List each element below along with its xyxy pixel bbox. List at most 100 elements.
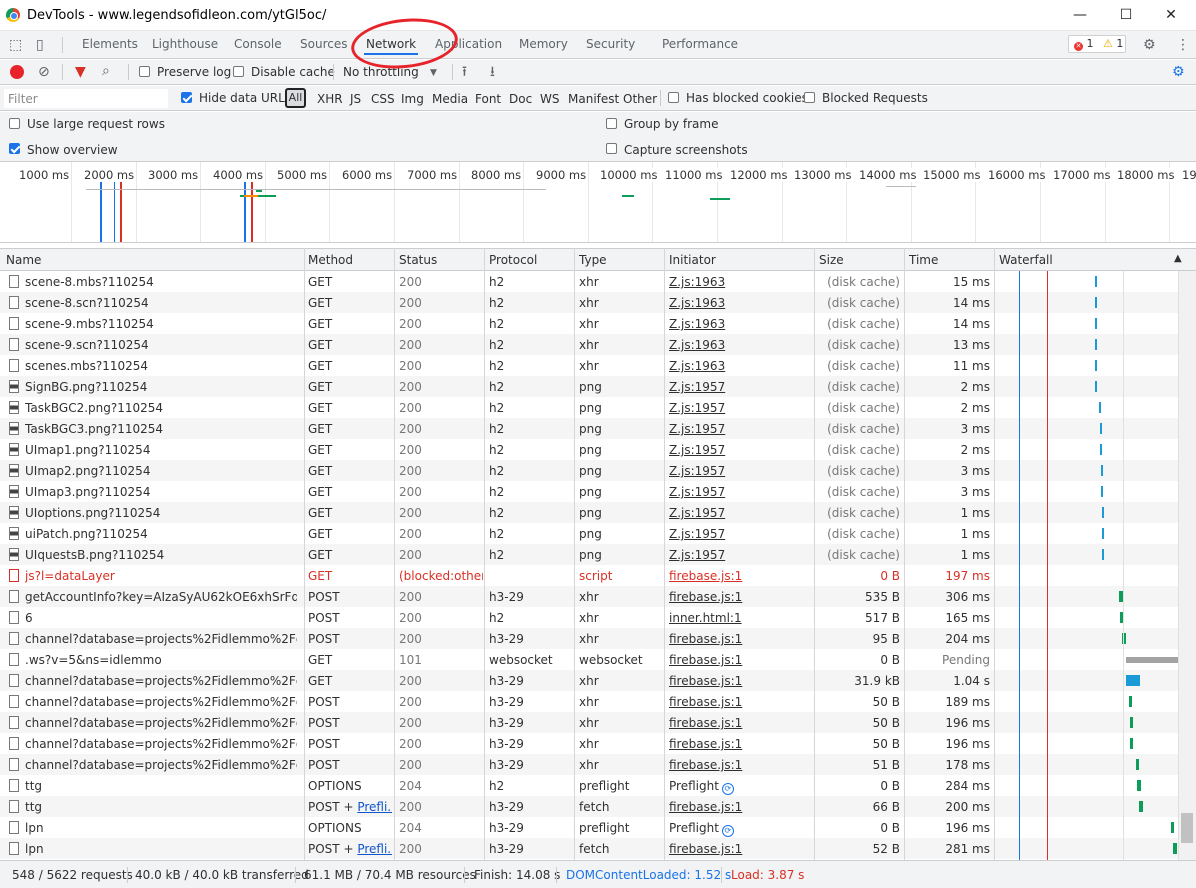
settings-gear-icon[interactable]: ⚙ — [1143, 37, 1156, 53]
filter-type-css[interactable]: CSS — [371, 92, 395, 106]
waterfall-bar[interactable] — [1102, 507, 1104, 518]
waterfall-bar[interactable] — [1095, 360, 1097, 371]
filter-type-media[interactable]: Media — [432, 92, 468, 106]
sort-ascending-icon[interactable]: ▲ — [1174, 253, 1182, 264]
clear-icon[interactable]: ⊘ — [38, 64, 50, 80]
tab-sources[interactable]: Sources — [300, 37, 347, 51]
waterfall-bar[interactable] — [1099, 402, 1101, 413]
table-row[interactable]: scene-9.mbs?110254 GET 200 h2 xhr Z.js:1963 (d… — [0, 313, 1178, 334]
search-icon[interactable]: ⌕ — [102, 63, 110, 79]
preflight-link[interactable]: Prefli... — [357, 842, 392, 856]
waterfall-bar[interactable] — [1095, 381, 1097, 392]
table-row[interactable]: scene-9.scn?110254 GET 200 h2 xhr Z.js:1963 (d… — [0, 334, 1178, 355]
table-row[interactable]: UIoptions.png?110254 GET 200 h2 png Z.js:1957… — [0, 502, 1178, 523]
disable-cache-checkbox[interactable] — [233, 66, 244, 77]
table-row[interactable]: channel?database=projects%2Fidlemmo%2Fda… — [0, 628, 1178, 649]
filter-type-font[interactable]: Font — [475, 92, 501, 106]
issues-badge[interactable]: ✕ 1 ⚠ 1 — [1068, 35, 1126, 53]
filter-type-other[interactable]: Other — [623, 92, 657, 106]
waterfall-bar[interactable] — [1130, 738, 1133, 749]
preflight-icon[interactable]: ⟳ — [721, 783, 734, 795]
preserve-log-checkbox[interactable] — [139, 66, 150, 77]
table-row[interactable]: ttg OPTIONS 204 h2 preflight Preflight ⟳ 0 B 284… — [0, 775, 1178, 796]
device-toolbar-icon[interactable]: ▯ — [36, 37, 44, 53]
table-row[interactable]: js?l=dataLayer GET (blocked:other) script fi… — [0, 565, 1178, 586]
waterfall-bar[interactable] — [1100, 423, 1102, 434]
waterfall-bar[interactable] — [1171, 822, 1174, 833]
table-row[interactable]: UImap3.png?110254 GET 200 h2 png Z.js:1957 (di… — [0, 481, 1178, 502]
group-by-frame-checkbox[interactable] — [606, 118, 617, 129]
waterfall-bar[interactable] — [1126, 675, 1140, 686]
filter-type-ws[interactable]: WS — [540, 92, 559, 106]
table-row[interactable]: TaskBGC2.png?110254 GET 200 h2 png Z.js:1957 (… — [0, 397, 1178, 418]
filter-type-manifest[interactable]: Manifest — [568, 92, 619, 106]
import-har-icon[interactable]: ⭱ — [462, 64, 467, 80]
waterfall-bar[interactable] — [1136, 759, 1139, 770]
waterfall-bar[interactable] — [1102, 549, 1104, 560]
filter-type-js[interactable]: JS — [350, 92, 361, 106]
waterfall-bar[interactable] — [1095, 318, 1097, 329]
maximize-icon[interactable]: ☐ — [1113, 4, 1139, 26]
filter-icon[interactable]: ▼ — [75, 64, 86, 80]
record-button[interactable] — [10, 65, 24, 79]
col-status[interactable]: Status — [399, 253, 437, 267]
table-row[interactable]: UIquestsB.png?110254 GET 200 h2 png Z.js:1957… — [0, 544, 1178, 565]
waterfall-bar[interactable] — [1100, 444, 1102, 455]
col-size[interactable]: Size — [819, 253, 844, 267]
preflight-icon[interactable]: ⟳ — [721, 825, 734, 837]
table-row[interactable]: UImap1.png?110254 GET 200 h2 png Z.js:1957 (di… — [0, 439, 1178, 460]
filter-type-xhr[interactable]: XHR — [317, 92, 343, 106]
waterfall-bar[interactable] — [1101, 486, 1103, 497]
table-row[interactable]: getAccountInfo?key=AIzaSyAU62kOE6xhSrFqo… — [0, 586, 1178, 607]
table-row[interactable]: channel?database=projects%2Fidlemmo%2Fda… — [0, 691, 1178, 712]
table-row[interactable]: channel?database=projects%2Fidlemmo%2Fda… — [0, 670, 1178, 691]
col-method[interactable]: Method — [308, 253, 353, 267]
filter-type-all[interactable]: All — [285, 88, 306, 108]
show-overview-checkbox[interactable] — [9, 143, 20, 154]
col-waterfall[interactable]: Waterfall — [999, 253, 1053, 267]
table-row[interactable]: lpn OPTIONS 204 h3-29 preflight Preflight ⟳ 0 B… — [0, 817, 1178, 838]
table-row[interactable]: scene-8.mbs?110254 GET 200 h2 xhr Z.js:1963 (d… — [0, 271, 1178, 292]
tab-elements[interactable]: Elements — [82, 37, 138, 51]
capture-screenshots-checkbox[interactable] — [606, 143, 617, 154]
col-time[interactable]: Time — [909, 253, 938, 267]
chevron-down-icon[interactable]: ▼ — [430, 65, 437, 81]
waterfall-bar[interactable] — [1130, 717, 1133, 728]
close-icon[interactable]: ✕ — [1158, 4, 1184, 26]
col-name[interactable]: Name — [6, 253, 41, 267]
table-row[interactable]: channel?database=projects%2Fidlemmo%2Fda… — [0, 712, 1178, 733]
tab-performance[interactable]: Performance — [662, 37, 738, 51]
vertical-scrollbar[interactable] — [1178, 271, 1196, 860]
col-protocol[interactable]: Protocol — [489, 253, 537, 267]
table-row[interactable]: channel?database=projects%2Fidlemmo%2Fda… — [0, 754, 1178, 775]
col-type[interactable]: Type — [579, 253, 607, 267]
waterfall-bar[interactable] — [1095, 297, 1097, 308]
table-row[interactable]: scenes.mbs?110254 GET 200 h2 xhr Z.js:1963 (di… — [0, 355, 1178, 376]
blocked-requests-checkbox[interactable] — [804, 92, 815, 103]
table-row[interactable]: lpn POST + Prefli... 200 h3-29 fetch firebase… — [0, 838, 1178, 859]
inspect-element-icon[interactable]: ⬚ — [9, 37, 22, 53]
more-menu-icon[interactable]: ⋮ — [1176, 37, 1190, 53]
table-row[interactable]: uiPatch.png?110254 GET 200 h2 png Z.js:1957 (d… — [0, 523, 1178, 544]
table-row[interactable]: channel?database=projects%2Fidlemmo%2Fda… — [0, 733, 1178, 754]
table-row[interactable]: SignBG.png?110254 GET 200 h2 png Z.js:1957 (di… — [0, 376, 1178, 397]
waterfall-bar[interactable] — [1101, 465, 1103, 476]
export-har-icon[interactable]: ⭳ — [490, 64, 495, 80]
scrollbar-thumb[interactable] — [1181, 813, 1193, 843]
network-settings-gear-icon[interactable]: ⚙ — [1172, 64, 1185, 80]
tab-security[interactable]: Security — [586, 37, 635, 51]
has-blocked-cookies-checkbox[interactable] — [668, 92, 679, 103]
waterfall-bar[interactable] — [1173, 843, 1177, 854]
table-row[interactable]: 6 POST 200 h2 xhr inner.html:1 517 B 165 ms — [0, 607, 1178, 628]
table-row[interactable]: scene-8.scn?110254 GET 200 h2 xhr Z.js:1963 (d… — [0, 292, 1178, 313]
waterfall-bar[interactable] — [1095, 339, 1097, 350]
waterfall-bar[interactable] — [1137, 780, 1141, 791]
tab-console[interactable]: Console — [234, 37, 282, 51]
table-row[interactable]: .ws?v=5&ns=idlemmo GET 101 websocket websock… — [0, 649, 1178, 670]
waterfall-bar[interactable] — [1102, 528, 1104, 539]
preflight-link[interactable]: Prefli... — [357, 800, 392, 814]
filter-type-img[interactable]: Img — [401, 92, 424, 106]
waterfall-bar[interactable] — [1139, 801, 1143, 812]
tab-lighthouse[interactable]: Lighthouse — [152, 37, 218, 51]
filter-input[interactable] — [4, 89, 168, 108]
